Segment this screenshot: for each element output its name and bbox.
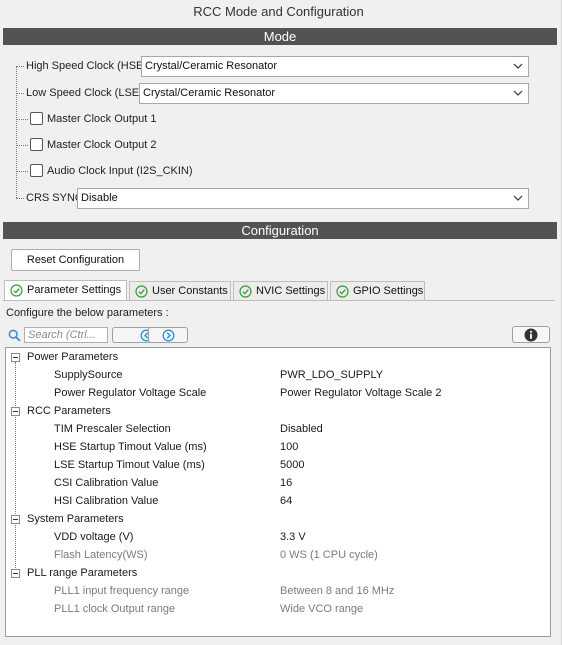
tab-nvic-settings[interactable]: NVIC Settings [233,281,328,301]
param-label: VDD voltage (V) [54,531,134,543]
param-value: 0 WS (1 CPU cycle) [280,549,378,561]
mco2-label: Master Clock Output 2 [47,139,157,151]
tab-label: NVIC Settings [256,285,326,297]
param-label: PLL1 clock Output range [54,603,176,615]
search-icon [8,329,21,342]
lse-select-value: Crystal/Ceramic Resonator [143,87,276,99]
param-label: HSI Calibration Value [54,495,159,507]
param-label: TIM Prescaler Selection [54,423,171,435]
collapse-toggle-power[interactable] [11,353,20,362]
i2s-ckin-label: Audio Clock Input (I2S_CKIN) [47,165,193,177]
tab-label: Parameter Settings [27,284,122,296]
param-label: Flash Latency(WS) [54,549,148,561]
configure-instruction: Configure the below parameters : [6,307,169,319]
param-value: Wide VCO range [280,603,364,615]
group-rcc-parameters[interactable]: RCC Parameters [27,402,111,420]
check-circle-icon [239,285,252,298]
reset-configuration-button[interactable]: Reset Configuration [11,249,140,271]
param-label: Power Regulator Voltage Scale [54,387,207,399]
mode-tree-branch [16,119,28,120]
param-value[interactable]: 3.3 V [280,528,306,546]
search-placeholder: Search (Ctrl... [28,329,96,341]
param-label: SupplySource [54,369,123,381]
collapse-toggle-system[interactable] [11,515,20,524]
rcc-panel: RCC Mode and Configuration Mode High Spe… [0,0,562,645]
hse-select[interactable]: Crystal/Ceramic Resonator [141,56,529,77]
param-value[interactable]: 5000 [280,456,304,474]
i2s-ckin-checkbox[interactable] [30,164,43,177]
param-value: Between 8 and 16 MHz [280,585,395,597]
parameters-tree: Power Parameters SupplySource PWR_LDO_SU… [5,347,551,637]
param-value[interactable]: 64 [280,492,292,510]
hse-select-value: Crystal/Ceramic Resonator [145,60,278,72]
window-title: RCC Mode and Configuration [193,4,364,19]
mode-tree-branch [16,93,24,94]
mode-section-header: Mode [3,28,557,45]
info-button[interactable] [512,326,550,343]
mode-tree-branch [16,171,28,172]
mco2-checkbox[interactable] [30,138,43,151]
tab-label: User Constants [152,285,228,297]
tab-label: GPIO Settings [353,285,424,297]
crs-sync-select[interactable]: Disable [77,188,529,209]
chevron-down-icon [513,63,523,69]
mco1-label: Master Clock Output 1 [47,113,157,125]
info-icon [524,328,538,342]
mode-tree-branch [16,198,24,199]
hse-label: High Speed Clock (HSE) [26,60,148,72]
lse-select[interactable]: Crystal/Ceramic Resonator [139,83,529,104]
param-tree-line [15,362,16,578]
check-circle-icon [336,285,349,298]
collapse-toggle-rcc[interactable] [11,407,20,416]
lse-label: Low Speed Clock (LSE) [26,87,143,99]
crs-sync-label: CRS SYNC [26,192,83,204]
param-value[interactable]: Power Regulator Voltage Scale 2 [280,384,441,402]
chevron-down-icon [513,90,523,96]
param-value[interactable]: 100 [280,438,298,456]
param-label: HSE Startup Timout Value (ms) [54,441,207,453]
param-value[interactable]: Disabled [280,420,323,438]
param-label: LSE Startup Timout Value (ms) [54,459,205,471]
group-system-parameters[interactable]: System Parameters [27,510,124,528]
mco1-checkbox[interactable] [30,112,43,125]
crs-sync-select-value: Disable [81,192,118,204]
arrow-right-circle-icon [162,329,175,342]
param-label: CSI Calibration Value [54,477,159,489]
mode-tree-branch [16,145,28,146]
configuration-section-header: Configuration [3,222,557,239]
param-value[interactable]: 16 [280,474,292,492]
check-circle-icon [10,284,23,297]
tab-gpio-settings[interactable]: GPIO Settings [330,281,425,301]
group-pll-range-parameters[interactable]: PLL range Parameters [27,564,137,582]
collapse-toggle-pll[interactable] [11,569,20,578]
tab-parameter-settings[interactable]: Parameter Settings [4,280,127,301]
chevron-down-icon [513,195,523,201]
tab-strip-border [3,300,555,301]
check-circle-icon [135,285,148,298]
group-power-parameters[interactable]: Power Parameters [27,348,118,366]
tab-user-constants[interactable]: User Constants [129,281,231,301]
search-input[interactable]: Search (Ctrl... [24,327,108,343]
mode-tree-line [16,66,17,198]
search-next-button[interactable] [148,327,188,343]
param-label: PLL1 input frequency range [54,585,190,597]
param-value[interactable]: PWR_LDO_SUPPLY [280,366,383,384]
mode-tree-branch [16,66,24,67]
